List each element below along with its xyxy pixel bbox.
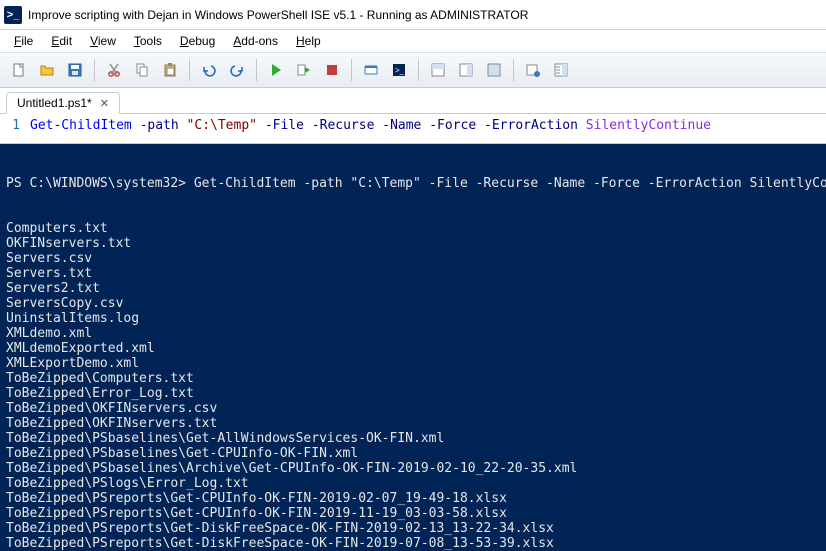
new-button[interactable] xyxy=(6,57,32,83)
code-line-1[interactable]: Get-ChildItem -path "C:\Temp" -File -Rec… xyxy=(28,114,711,143)
paste-button[interactable] xyxy=(157,57,183,83)
open-button[interactable] xyxy=(34,57,60,83)
menu-debug[interactable]: Debug xyxy=(172,32,223,50)
console-output-line: ToBeZipped\Error_Log.txt xyxy=(6,386,820,401)
console-output-line: ToBeZipped\PSreports\Get-CPUInfo-OK-FIN-… xyxy=(6,491,820,506)
console-output-line: ToBeZipped\PSreports\Get-DiskFreeSpace-O… xyxy=(6,536,820,551)
console-output-line: XMLdemo.xml xyxy=(6,326,820,341)
file-tab[interactable]: Untitled1.ps1* ✕ xyxy=(6,92,120,114)
show-command-addon-button[interactable] xyxy=(548,57,574,83)
console-output-line: ToBeZipped\OKFINservers.csv xyxy=(6,401,820,416)
console-output-line: ToBeZipped\PSreports\Get-DiskFreeSpace-O… xyxy=(6,521,820,536)
console-output-line: XMLExportDemo.xml xyxy=(6,356,820,371)
console-output-line: ToBeZipped\PSreports\Get-CPUInfo-OK-FIN-… xyxy=(6,506,820,521)
menu-addons[interactable]: Add-ons xyxy=(225,32,286,50)
console-output-line: UninstalItems.log xyxy=(6,311,820,326)
console-output-line: ServersCopy.csv xyxy=(6,296,820,311)
console-output-line: ToBeZipped\Computers.txt xyxy=(6,371,820,386)
console-output-line: ToBeZipped\PSlogs\Error_Log.txt xyxy=(6,476,820,491)
show-script-max-button[interactable] xyxy=(481,57,507,83)
toolbar-separator xyxy=(256,59,257,81)
new-remote-tab-button[interactable] xyxy=(358,57,384,83)
toolbar-separator xyxy=(513,59,514,81)
menu-view[interactable]: View xyxy=(82,32,124,50)
show-command-button[interactable] xyxy=(520,57,546,83)
toolbar-separator xyxy=(94,59,95,81)
console-output-line: ToBeZipped\PSbaselines\Get-CPUInfo-OK-FI… xyxy=(6,446,820,461)
console-output-line: ToBeZipped\OKFINservers.txt xyxy=(6,416,820,431)
run-button[interactable] xyxy=(263,57,289,83)
redo-button[interactable] xyxy=(224,57,250,83)
console-output-line: Servers.txt xyxy=(6,266,820,281)
show-script-top-button[interactable] xyxy=(425,57,451,83)
console-output: Computers.txtOKFINservers.txtServers.csv… xyxy=(6,221,820,551)
close-tab-icon[interactable]: ✕ xyxy=(98,97,111,110)
tabstrip: Untitled1.ps1* ✕ xyxy=(0,88,826,114)
show-script-right-button[interactable] xyxy=(453,57,479,83)
menu-file[interactable]: File xyxy=(6,32,41,50)
console-output-line: ToBeZipped\PSbaselines\Get-AllWindowsSer… xyxy=(6,431,820,446)
menubar: File Edit View Tools Debug Add-ons Help xyxy=(0,30,826,52)
console-output-line: OKFINservers.txt xyxy=(6,236,820,251)
script-editor[interactable]: 1 Get-ChildItem -path "C:\Temp" -File -R… xyxy=(0,114,826,144)
console-prompt-line: PS C:\WINDOWS\system32> Get-ChildItem -p… xyxy=(6,176,820,191)
undo-button[interactable] xyxy=(196,57,222,83)
line-gutter: 1 xyxy=(0,114,28,143)
toolbar-separator xyxy=(189,59,190,81)
console-output-line: Computers.txt xyxy=(6,221,820,236)
titlebar: >_ Improve scripting with Dejan in Windo… xyxy=(0,0,826,30)
console-pane[interactable]: PS C:\WINDOWS\system32> Get-ChildItem -p… xyxy=(0,144,826,551)
toolbar: >_ xyxy=(0,52,826,88)
console-output-line: ToBeZipped\PSbaselines\Archive\Get-CPUIn… xyxy=(6,461,820,476)
menu-edit[interactable]: Edit xyxy=(43,32,80,50)
menu-tools[interactable]: Tools xyxy=(126,32,170,50)
file-tab-label: Untitled1.ps1* xyxy=(17,96,92,110)
console-output-line: XMLdemoExported.xml xyxy=(6,341,820,356)
svg-text:>_: >_ xyxy=(395,66,405,75)
stop-button[interactable] xyxy=(319,57,345,83)
copy-button[interactable] xyxy=(129,57,155,83)
cut-button[interactable] xyxy=(101,57,127,83)
app-icon: >_ xyxy=(4,6,22,24)
toolbar-separator xyxy=(351,59,352,81)
console-output-line: Servers2.txt xyxy=(6,281,820,296)
save-button[interactable] xyxy=(62,57,88,83)
console-output-line: Servers.csv xyxy=(6,251,820,266)
window-title: Improve scripting with Dejan in Windows … xyxy=(28,8,528,22)
run-selection-button[interactable] xyxy=(291,57,317,83)
start-powershell-button[interactable]: >_ xyxy=(386,57,412,83)
toolbar-separator xyxy=(418,59,419,81)
menu-help[interactable]: Help xyxy=(288,32,329,50)
